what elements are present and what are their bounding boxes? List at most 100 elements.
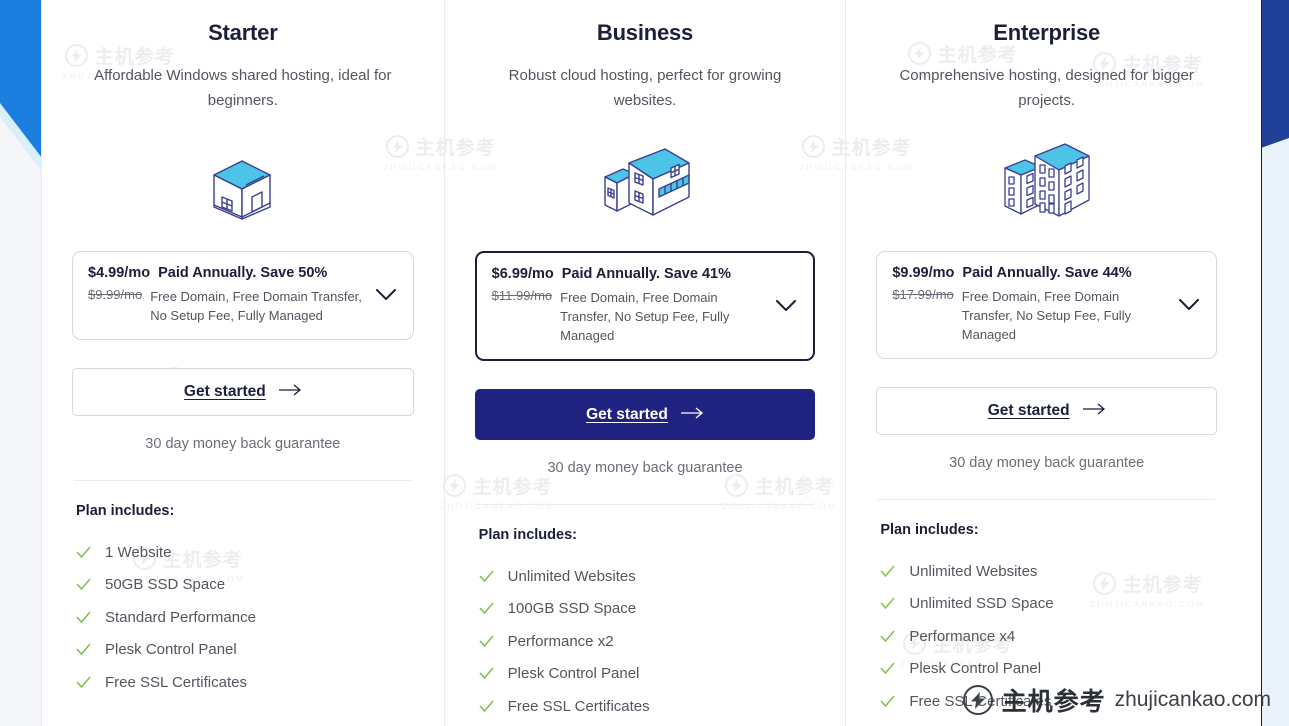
check-icon — [880, 564, 895, 579]
feature-item: Performance x4 — [880, 620, 1231, 653]
price-original: $17.99/mo — [892, 287, 954, 302]
get-started-label: Get started — [586, 405, 668, 423]
price-current: $9.99/mo — [892, 265, 955, 281]
check-icon — [880, 596, 895, 611]
price-terms: Paid Annually. Save 44% — [962, 265, 1132, 281]
plan-includes-title: Plan includes: — [478, 527, 577, 543]
plan-includes-title: Plan includes: — [880, 522, 979, 538]
plan-description: Robust cloud hosting, perfect for growin… — [508, 67, 782, 109]
price-current: $4.99/mo — [88, 265, 151, 281]
check-icon — [76, 675, 91, 690]
check-icon — [76, 577, 91, 592]
check-icon — [479, 699, 494, 714]
feature-label: Unlimited SSD Space — [909, 595, 1054, 613]
price-inline-features: Free Domain, Free Domain Transfer, No Se… — [560, 290, 730, 343]
building-medium-icon — [461, 135, 830, 227]
feature-item: 50GB SSD Space — [76, 569, 428, 602]
section-divider — [878, 499, 1215, 500]
feature-label: Free SSL Certificates — [105, 673, 247, 691]
feature-label: Performance x2 — [507, 632, 614, 650]
house-small-icon — [58, 135, 428, 227]
price-original: $11.99/mo — [491, 288, 553, 303]
feature-label: Free SSL Certificates — [507, 697, 650, 715]
price-selector-starter[interactable]: $4.99/mo Paid Annually. Save 50% $9.99/m… — [72, 251, 414, 340]
price-inline-features: Free Domain, Free Domain Transfer, No Se… — [961, 289, 1132, 342]
check-icon — [880, 629, 895, 644]
price-terms: Paid Annually. Save 41% — [561, 266, 731, 282]
get-started-button[interactable]: Get started — [72, 368, 414, 416]
section-divider — [74, 480, 412, 481]
plan-card-enterprise: Enterprise Comprehensive hosting, design… — [845, 0, 1247, 726]
check-icon — [76, 610, 91, 625]
feature-label: Plesk Control Panel — [105, 641, 237, 659]
price-terms: Paid Annually. Save 50% — [158, 265, 328, 281]
site-brand-watermark: 主机参考 zhujicankao.com — [962, 682, 1271, 718]
price-original: $9.99/mo — [88, 287, 143, 302]
feature-label: 1 Website — [105, 543, 172, 561]
feature-label: Unlimited Websites — [507, 567, 636, 585]
lightning-circle-icon — [962, 685, 993, 715]
section-divider — [476, 504, 814, 505]
feature-label: Unlimited Websites — [909, 562, 1038, 580]
feature-item: Plesk Control Panel — [479, 658, 830, 691]
buildings-large-icon — [862, 135, 1231, 227]
check-icon — [880, 694, 895, 709]
get-started-label: Get started — [183, 383, 266, 400]
check-icon — [880, 661, 895, 676]
check-icon — [479, 634, 494, 649]
plan-card-business: Business Robust cloud hosting, perfect f… — [443, 0, 846, 726]
feature-item: Standard Performance — [76, 601, 428, 634]
get-started-button[interactable]: Get started — [876, 387, 1217, 435]
money-back-guarantee: 30 day money back guarantee — [949, 455, 1145, 471]
arrow-right-icon — [1082, 402, 1106, 420]
plan-card-starter: Starter Affordable Windows shared hostin… — [42, 0, 444, 726]
arrow-right-icon — [680, 406, 704, 424]
money-back-guarantee: 30 day money back guarantee — [145, 436, 341, 452]
check-icon — [479, 601, 494, 616]
chevron-down-icon[interactable] — [1176, 292, 1202, 318]
price-inline-features: Free Domain, Free Domain Transfer, No Se… — [150, 289, 362, 323]
feature-label: 100GB SSD Space — [507, 600, 637, 618]
feature-list: Unlimited Websites 100GB SSD Space Perfo… — [479, 560, 830, 723]
check-icon — [479, 666, 494, 681]
price-current: $6.99/mo — [491, 266, 554, 282]
feature-item: Unlimited Websites — [479, 560, 830, 593]
chevron-down-icon[interactable] — [773, 293, 799, 319]
feature-label: Standard Performance — [105, 608, 256, 626]
feature-item: Plesk Control Panel — [880, 653, 1231, 686]
arrow-right-icon — [278, 383, 302, 401]
page-edge-right — [1261, 0, 1262, 726]
brand-name-cn: 主机参考 — [1001, 687, 1106, 716]
feature-item: Free SSL Certificates — [76, 666, 428, 699]
plan-description: Affordable Windows shared hosting, ideal… — [94, 67, 392, 109]
feature-label: 50GB SSD Space — [105, 576, 226, 594]
money-back-guarantee: 30 day money back guarantee — [547, 460, 743, 476]
chevron-down-icon[interactable] — [373, 282, 399, 308]
plan-title: Business — [596, 20, 694, 45]
plan-includes-title: Plan includes: — [76, 503, 175, 519]
feature-item: Unlimited SSD Space — [880, 588, 1231, 621]
feature-item: Free SSL Certificates — [479, 690, 830, 723]
price-selector-business[interactable]: $6.99/mo Paid Annually. Save 41% $11.99/… — [474, 251, 816, 361]
feature-label: Performance x4 — [909, 627, 1016, 645]
check-icon — [76, 545, 91, 560]
get-started-button[interactable]: Get started — [474, 389, 816, 440]
plan-title: Starter — [208, 20, 278, 45]
feature-item: Plesk Control Panel — [76, 634, 428, 667]
check-icon — [76, 642, 91, 657]
feature-label: Plesk Control Panel — [507, 665, 640, 683]
decorative-corner-left — [0, 0, 42, 726]
feature-label: Plesk Control Panel — [909, 660, 1042, 678]
plan-description: Comprehensive hosting, designed for bigg… — [899, 67, 1194, 109]
pricing-plan-grid: Starter Affordable Windows shared hostin… — [42, 0, 1247, 726]
feature-list: 1 Website 50GB SSD Space Standard Perfor… — [76, 536, 428, 699]
feature-item: 100GB SSD Space — [479, 593, 830, 626]
feature-item: Unlimited Websites — [880, 555, 1231, 588]
get-started-label: Get started — [987, 402, 1070, 419]
plan-title: Enterprise — [993, 20, 1101, 45]
brand-url: zhujicankao.com — [1114, 688, 1271, 711]
feature-item: 1 Website — [76, 536, 428, 569]
feature-item: Performance x2 — [479, 625, 830, 658]
check-icon — [479, 569, 494, 584]
price-selector-enterprise[interactable]: $9.99/mo Paid Annually. Save 44% $17.99/… — [876, 251, 1217, 359]
